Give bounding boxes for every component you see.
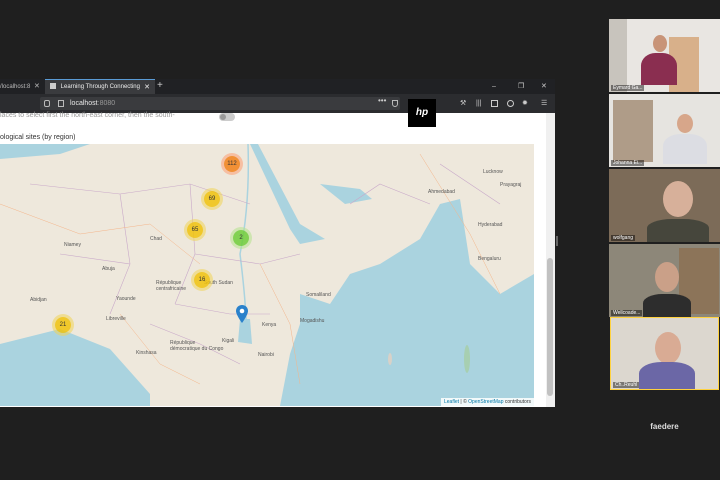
pocket-icon[interactable] xyxy=(392,100,398,107)
participant-body xyxy=(639,362,695,389)
place-label: Abidjan xyxy=(30,297,47,303)
place-label: Abuja xyxy=(102,266,115,272)
library-icon[interactable]: ||| xyxy=(476,94,481,113)
place-label: Kenya xyxy=(262,322,277,328)
participant-tile[interactable]: Wellcoade... xyxy=(609,244,720,317)
place-label: Libreville xyxy=(106,316,126,322)
attribution-tail: contributors xyxy=(503,399,531,405)
place-label: Bengaluru xyxy=(478,256,501,262)
map-marker-icon[interactable] xyxy=(236,305,248,323)
participant-name: Johanna Ei... xyxy=(611,160,645,166)
meeting-caption: faedere xyxy=(650,422,679,431)
hp-logo: hp xyxy=(408,99,436,127)
globe-icon xyxy=(50,83,56,90)
page-scrollbar[interactable] xyxy=(546,113,555,407)
bookshelf xyxy=(613,100,653,162)
minimize-button[interactable]: – xyxy=(492,79,496,94)
participant-face xyxy=(663,181,693,217)
place-label: Chad xyxy=(150,236,162,242)
tab-label: Learning Through Connecting xyxy=(60,84,140,90)
panel-divider-handle[interactable] xyxy=(556,236,558,246)
participant-body xyxy=(643,294,691,317)
map-cluster[interactable]: 16 xyxy=(194,272,210,288)
participant-name: Ch..Reuhl xyxy=(613,382,640,388)
participant-body xyxy=(663,134,707,164)
map-cluster[interactable]: 2 xyxy=(233,230,249,246)
sri-lanka-island xyxy=(464,345,470,373)
participant-tile[interactable]: Johanna Ei... xyxy=(609,94,720,167)
tab-learning-through-connecting[interactable]: Learning Through Connecting ✕ xyxy=(45,79,155,94)
participant-name: Wellcoade... xyxy=(611,310,643,316)
island xyxy=(388,353,392,365)
tab-bar: /localhost:8 ✕ Learning Through Connecti… xyxy=(0,79,555,94)
close-icon[interactable]: ✕ xyxy=(144,80,150,94)
wall xyxy=(609,19,627,92)
place-label: Prayagraj xyxy=(500,182,522,188)
red-sea xyxy=(250,144,325,244)
selection-toggle[interactable] xyxy=(219,113,235,121)
place-label: Kinshasa xyxy=(136,350,157,356)
menu-icon[interactable]: ☰ xyxy=(541,94,547,113)
active-speaker-tile[interactable]: Ch..Reuhl xyxy=(610,317,719,390)
leaflet-link[interactable]: Leaflet xyxy=(444,399,459,405)
wrench-icon[interactable]: ⚒ xyxy=(460,94,466,113)
account-icon[interactable] xyxy=(507,100,514,107)
osm-link[interactable]: OpenStreetMap xyxy=(468,399,503,405)
window-close-button[interactable]: ✕ xyxy=(541,79,547,94)
tab-localhost[interactable]: /localhost:8 ✕ xyxy=(0,79,42,94)
place-label: Yaounde xyxy=(116,296,136,302)
map-geography xyxy=(0,144,534,406)
url-host: localhost xyxy=(70,100,98,107)
map-canvas[interactable]: Lucknow Prayagraj Ahmedabad Hyderabad Be… xyxy=(0,144,534,406)
persian-gulf xyxy=(320,184,372,204)
close-icon[interactable]: ✕ xyxy=(34,83,40,90)
url-port: :8080 xyxy=(97,100,116,107)
place-label: Nairobi xyxy=(258,352,274,358)
extension-icon[interactable]: ✹ xyxy=(522,94,528,113)
place-label: République démocratique du Congo xyxy=(170,340,224,352)
map-attribution: Leaflet | © OpenStreetMap contributors xyxy=(441,398,534,406)
address-bar[interactable]: localhost:8080 ••• xyxy=(40,96,400,110)
participant-face xyxy=(655,332,681,364)
browser-window: /localhost:8 ✕ Learning Through Connecti… xyxy=(0,79,555,407)
participants-panel: Eymard Ga... Johanna Ei... wolfgang Well… xyxy=(609,19,720,480)
shield-icon[interactable] xyxy=(44,100,50,107)
place-label: Ahmedabad xyxy=(428,189,455,195)
sidebar-icon[interactable] xyxy=(491,100,498,107)
participant-body xyxy=(641,53,677,85)
map-cluster[interactable]: 69 xyxy=(204,191,220,207)
scrollbar-thumb[interactable] xyxy=(547,258,553,396)
map-cluster[interactable]: 21 xyxy=(55,317,71,333)
attribution-sep: | © xyxy=(459,399,469,405)
maximize-button[interactable]: ❐ xyxy=(518,79,524,94)
atlantic-ocean xyxy=(0,329,150,406)
participant-face xyxy=(655,262,679,292)
participant-tile[interactable]: wolfgang xyxy=(609,169,720,242)
page-info-icon[interactable] xyxy=(58,100,64,107)
section-title: ological sites (by region) xyxy=(0,134,76,141)
mediterranean xyxy=(0,144,90,159)
map-cluster[interactable]: 65 xyxy=(187,222,203,238)
place-label: Hyderabad xyxy=(478,222,503,228)
map-cluster[interactable]: 112 xyxy=(224,156,240,172)
place-label: Niamey xyxy=(64,242,81,248)
participant-face xyxy=(677,114,693,133)
indian-ocean xyxy=(280,199,534,406)
participant-tile[interactable]: Eymard Ga... xyxy=(609,19,720,92)
new-tab-button[interactable]: + xyxy=(157,79,169,94)
place-label: Mogadishu xyxy=(300,318,325,324)
tab-label: /localhost:8 xyxy=(0,84,31,90)
instruction-text: laces to select first the north-east cor… xyxy=(0,112,175,119)
participant-name: Eymard Ga... xyxy=(611,85,645,91)
page-content: laces to select first the north-east cor… xyxy=(0,112,555,407)
place-label: Somaliland xyxy=(306,292,331,298)
nav-toolbar: localhost:8080 ••• ⚒ ||| ✹ ☰ xyxy=(0,94,555,113)
participant-face xyxy=(653,35,667,52)
more-icon[interactable]: ••• xyxy=(378,96,386,105)
url-text[interactable]: localhost:8080 xyxy=(70,97,115,110)
place-label: Lucknow xyxy=(483,169,503,175)
participant-name: wolfgang xyxy=(611,235,636,241)
participant-body xyxy=(647,219,709,242)
